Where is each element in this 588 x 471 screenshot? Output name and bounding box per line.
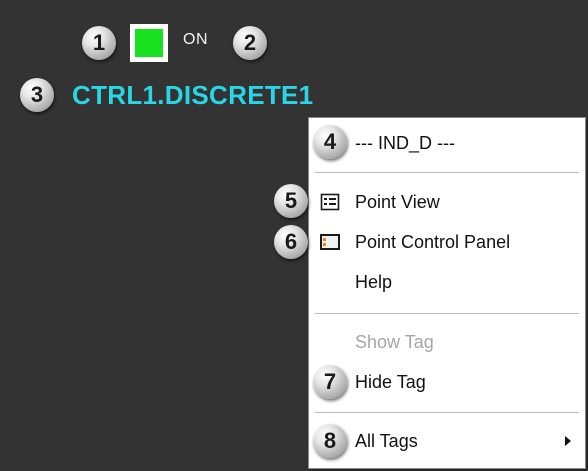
menu-item-label: Hide Tag (355, 371, 426, 392)
menu-item-label: Help (355, 271, 393, 292)
callout-3: 3 (20, 78, 54, 112)
submenu-arrow-icon (565, 436, 571, 446)
status-text: ON (183, 31, 208, 48)
callout-2: 2 (233, 26, 267, 60)
point-control-panel-icon (320, 234, 340, 250)
menu-item-help[interactable]: Help (309, 267, 585, 297)
menu-item-hide-tag[interactable]: Hide Tag (309, 367, 585, 397)
menu-header: --- IND_D --- (309, 128, 585, 158)
callout-4: 4 (313, 125, 347, 159)
hmi-canvas: 1 ON 2 3 CTRL1.DISCRETE1 --- IND_D --- P… (0, 0, 588, 471)
callout-6: 6 (274, 225, 308, 259)
callout-1: 1 (82, 26, 116, 60)
menu-item-all-tags[interactable]: All Tags (309, 426, 585, 456)
status-indicator-fill (135, 29, 163, 57)
callout-5: 5 (274, 184, 308, 218)
menu-item-point-control-panel[interactable]: Point Control Panel (309, 227, 585, 257)
point-view-icon (320, 193, 340, 211)
context-menu: --- IND_D --- Point View Point Control P… (308, 117, 586, 469)
menu-item-label: All Tags (355, 430, 418, 451)
menu-separator (315, 412, 579, 414)
menu-item-show-tag: Show Tag (309, 327, 585, 357)
menu-separator (315, 172, 579, 174)
menu-separator (315, 313, 579, 315)
tag-name-label[interactable]: CTRL1.DISCRETE1 (72, 80, 313, 111)
status-indicator[interactable] (130, 24, 168, 62)
menu-item-label: Point Control Panel (355, 231, 511, 252)
menu-item-label: Show Tag (355, 331, 434, 352)
menu-header-label: --- IND_D --- (355, 132, 455, 153)
callout-7: 7 (313, 365, 347, 399)
menu-item-point-view[interactable]: Point View (309, 187, 585, 217)
menu-item-label: Point View (355, 191, 440, 212)
callout-8: 8 (313, 424, 347, 458)
